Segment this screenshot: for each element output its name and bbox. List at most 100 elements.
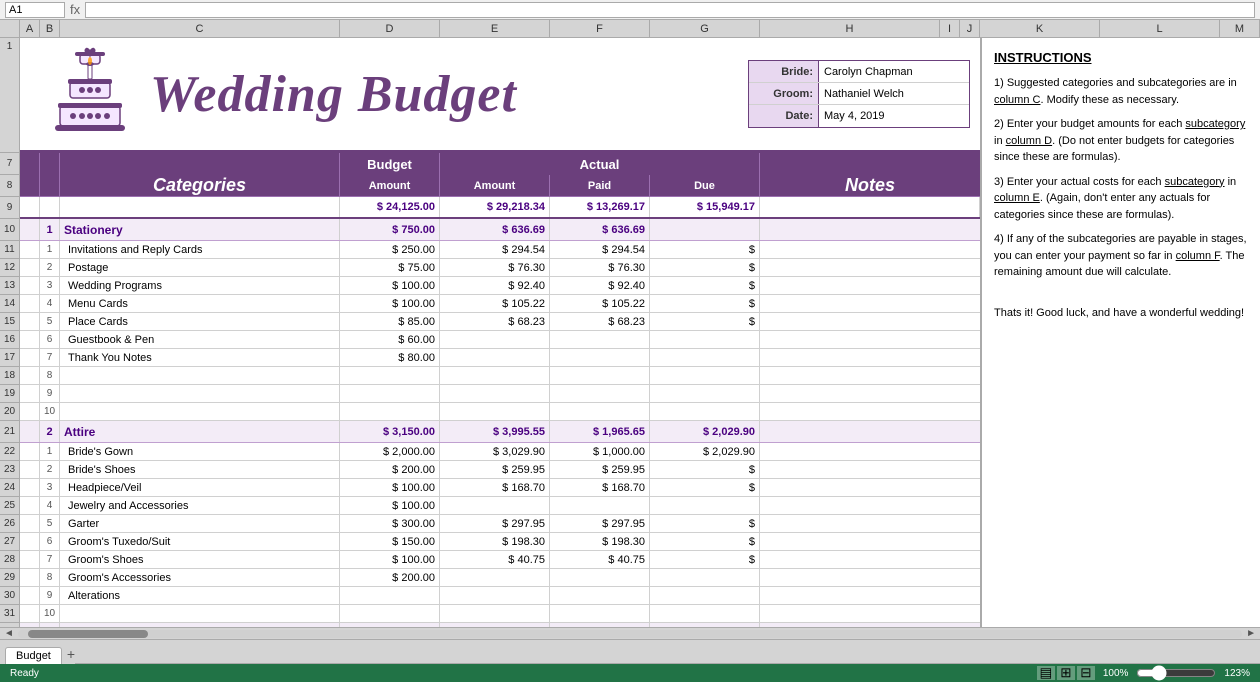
cell-24f[interactable]: $ 168.70 <box>550 479 650 496</box>
date-value[interactable]: May 4, 2019 <box>819 105 969 127</box>
cell-30d[interactable] <box>340 587 440 604</box>
cell-14e[interactable]: $ 105.22 <box>440 295 550 312</box>
groom-value[interactable]: Nathaniel Welch <box>819 83 969 104</box>
cell-18g[interactable] <box>650 367 760 384</box>
cell-17g[interactable] <box>650 349 760 366</box>
cell-31g[interactable] <box>650 605 760 622</box>
cell-19f[interactable] <box>550 385 650 402</box>
cell-28f[interactable]: $ 40.75 <box>550 551 650 568</box>
col-header-c[interactable]: C <box>60 20 340 37</box>
cell-31d[interactable] <box>340 605 440 622</box>
page-layout-button[interactable]: ⊞ <box>1057 666 1075 680</box>
cell-14g[interactable]: $ <box>650 295 760 312</box>
cell-19c[interactable] <box>60 385 340 402</box>
cell-30g[interactable] <box>650 587 760 604</box>
cell-18c[interactable] <box>60 367 340 384</box>
cell-13c[interactable]: Wedding Programs <box>60 277 340 294</box>
cell-30f[interactable] <box>550 587 650 604</box>
cell-12e[interactable]: $ 76.30 <box>440 259 550 276</box>
cell-31c[interactable] <box>60 605 340 622</box>
cell-19e[interactable] <box>440 385 550 402</box>
cell-27f[interactable]: $ 198.30 <box>550 533 650 550</box>
horizontal-scrollbar[interactable]: ◄ ► <box>0 627 1260 639</box>
cell-20d[interactable] <box>340 403 440 420</box>
cell-23f[interactable]: $ 259.95 <box>550 461 650 478</box>
cell-11f[interactable]: $ 294.54 <box>550 241 650 258</box>
cell-12f[interactable]: $ 76.30 <box>550 259 650 276</box>
cell-22g[interactable]: $ 2,029.90 <box>650 443 760 460</box>
cell-16d[interactable]: $ 60.00 <box>340 331 440 348</box>
cell-11d[interactable]: $ 250.00 <box>340 241 440 258</box>
cell-29d[interactable]: $ 200.00 <box>340 569 440 586</box>
cell-20f[interactable] <box>550 403 650 420</box>
col-header-k[interactable]: K <box>980 20 1100 37</box>
cell-26f[interactable]: $ 297.95 <box>550 515 650 532</box>
page-break-button[interactable]: ⊟ <box>1077 666 1095 680</box>
cell-23g[interactable]: $ <box>650 461 760 478</box>
cell-18e[interactable] <box>440 367 550 384</box>
cell-15d[interactable]: $ 85.00 <box>340 313 440 330</box>
cell-13f[interactable]: $ 92.40 <box>550 277 650 294</box>
col-header-d[interactable]: D <box>340 20 440 37</box>
cell-12g[interactable]: $ <box>650 259 760 276</box>
zoom-slider[interactable] <box>1136 668 1216 678</box>
cell-22c[interactable]: Bride's Gown <box>60 443 340 460</box>
scroll-right-arrow[interactable]: ► <box>1242 628 1260 639</box>
cell-name-box[interactable] <box>5 2 65 18</box>
col-header-h[interactable]: H <box>760 20 940 37</box>
cell-25c[interactable]: Jewelry and Accessories <box>60 497 340 514</box>
normal-view-button[interactable]: ▤ <box>1037 666 1055 680</box>
cell-24e[interactable]: $ 168.70 <box>440 479 550 496</box>
cell-16g[interactable] <box>650 331 760 348</box>
cell-24c[interactable]: Headpiece/Veil <box>60 479 340 496</box>
sheet-tab-budget[interactable]: Budget <box>5 647 62 664</box>
col-header-j[interactable]: J <box>960 20 980 37</box>
cell-11e[interactable]: $ 294.54 <box>440 241 550 258</box>
cell-17d[interactable]: $ 80.00 <box>340 349 440 366</box>
col-header-g[interactable]: G <box>650 20 760 37</box>
cell-28e[interactable]: $ 40.75 <box>440 551 550 568</box>
cell-25g[interactable] <box>650 497 760 514</box>
cell-12d[interactable]: $ 75.00 <box>340 259 440 276</box>
cell-17c[interactable]: Thank You Notes <box>60 349 340 366</box>
cell-15f[interactable]: $ 68.23 <box>550 313 650 330</box>
cell-11c[interactable]: Invitations and Reply Cards <box>60 241 340 258</box>
cell-18f[interactable] <box>550 367 650 384</box>
cell-25e[interactable] <box>440 497 550 514</box>
cell-15e[interactable]: $ 68.23 <box>440 313 550 330</box>
cell-16f[interactable] <box>550 331 650 348</box>
col-header-l[interactable]: L <box>1100 20 1220 37</box>
cell-15c[interactable]: Place Cards <box>60 313 340 330</box>
cell-26c[interactable]: Garter <box>60 515 340 532</box>
cell-26d[interactable]: $ 300.00 <box>340 515 440 532</box>
col-header-a[interactable]: A <box>20 20 40 37</box>
cell-22e[interactable]: $ 3,029.90 <box>440 443 550 460</box>
cell-27c[interactable]: Groom's Tuxedo/Suit <box>60 533 340 550</box>
cell-19g[interactable] <box>650 385 760 402</box>
cell-14f[interactable]: $ 105.22 <box>550 295 650 312</box>
cell-13g[interactable]: $ <box>650 277 760 294</box>
cell-31e[interactable] <box>440 605 550 622</box>
cell-17f[interactable] <box>550 349 650 366</box>
cell-18d[interactable] <box>340 367 440 384</box>
cell-27d[interactable]: $ 150.00 <box>340 533 440 550</box>
scroll-thumb[interactable] <box>28 630 148 638</box>
cell-25d[interactable]: $ 100.00 <box>340 497 440 514</box>
cell-15g[interactable]: $ <box>650 313 760 330</box>
cell-25f[interactable] <box>550 497 650 514</box>
col-header-i[interactable]: I <box>940 20 960 37</box>
bride-value[interactable]: Carolyn Chapman <box>819 61 969 82</box>
cell-12c[interactable]: Postage <box>60 259 340 276</box>
cell-22f[interactable]: $ 1,000.00 <box>550 443 650 460</box>
cell-31f[interactable] <box>550 605 650 622</box>
cell-23d[interactable]: $ 200.00 <box>340 461 440 478</box>
cell-24g[interactable]: $ <box>650 479 760 496</box>
cell-29g[interactable] <box>650 569 760 586</box>
cell-28d[interactable]: $ 100.00 <box>340 551 440 568</box>
cell-26g[interactable]: $ <box>650 515 760 532</box>
col-header-e[interactable]: E <box>440 20 550 37</box>
cell-30c[interactable]: Alterations <box>60 587 340 604</box>
scroll-left-arrow[interactable]: ◄ <box>0 628 18 639</box>
cell-16e[interactable] <box>440 331 550 348</box>
cell-20e[interactable] <box>440 403 550 420</box>
